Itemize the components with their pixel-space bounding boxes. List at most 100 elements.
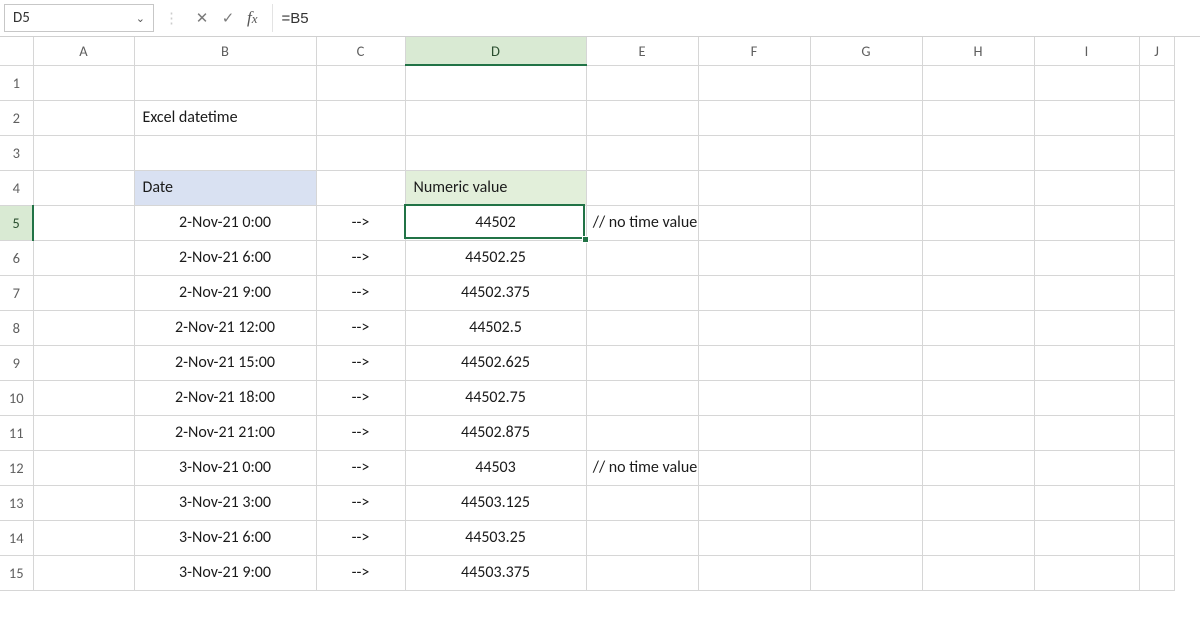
cell[interactable] — [586, 380, 698, 415]
cell[interactable] — [698, 380, 810, 415]
row-header-15[interactable]: 15 — [0, 555, 33, 590]
cell[interactable] — [698, 555, 810, 590]
cell-date[interactable]: 2-Nov-21 6:00 — [134, 240, 316, 275]
cell[interactable] — [1034, 205, 1139, 240]
cell[interactable] — [33, 485, 134, 520]
cell[interactable] — [405, 100, 586, 135]
arrow-cell[interactable]: --> — [316, 240, 405, 275]
cell[interactable] — [33, 345, 134, 380]
cell[interactable] — [810, 520, 922, 555]
cell[interactable] — [586, 240, 698, 275]
cell[interactable] — [316, 65, 405, 100]
col-header-F[interactable]: F — [698, 37, 810, 65]
arrow-cell[interactable]: --> — [316, 450, 405, 485]
cell[interactable] — [586, 310, 698, 345]
cell[interactable] — [922, 240, 1034, 275]
cell[interactable] — [1139, 485, 1174, 520]
row-header-9[interactable]: 9 — [0, 345, 33, 380]
cell[interactable] — [586, 485, 698, 520]
cell[interactable] — [922, 205, 1034, 240]
cell[interactable] — [1034, 135, 1139, 170]
cell[interactable] — [1034, 65, 1139, 100]
arrow-cell[interactable]: --> — [316, 310, 405, 345]
col-header-E[interactable]: E — [586, 37, 698, 65]
cell-date[interactable]: 3-Nov-21 3:00 — [134, 485, 316, 520]
cell-value[interactable]: 44502 — [405, 205, 586, 240]
cell[interactable] — [922, 65, 1034, 100]
row-header-12[interactable]: 12 — [0, 450, 33, 485]
cell[interactable] — [1034, 275, 1139, 310]
cell[interactable] — [922, 275, 1034, 310]
cell[interactable] — [1139, 65, 1174, 100]
row-header-7[interactable]: 7 — [0, 275, 33, 310]
cell[interactable] — [33, 240, 134, 275]
cell[interactable] — [33, 135, 134, 170]
col-header-A[interactable]: A — [33, 37, 134, 65]
cell[interactable] — [698, 275, 810, 310]
cell[interactable] — [316, 135, 405, 170]
cell[interactable] — [33, 205, 134, 240]
arrow-cell[interactable]: --> — [316, 345, 405, 380]
cell[interactable] — [586, 170, 698, 205]
formula-input[interactable] — [272, 4, 1192, 32]
cell[interactable] — [33, 555, 134, 590]
cell-value[interactable]: 44503.125 — [405, 485, 586, 520]
row-header-14[interactable]: 14 — [0, 520, 33, 555]
arrow-cell[interactable]: --> — [316, 520, 405, 555]
col-header-B[interactable]: B — [134, 37, 316, 65]
cell[interactable] — [810, 100, 922, 135]
worksheet[interactable]: A B C D E F G H I J 1 2 Excel datetime 3… — [0, 37, 1200, 591]
fx-icon[interactable]: fx — [241, 8, 264, 28]
cell[interactable] — [810, 170, 922, 205]
sheet-title[interactable]: Excel datetime — [134, 100, 316, 135]
cell[interactable] — [1139, 170, 1174, 205]
row-header-4[interactable]: 4 — [0, 170, 33, 205]
cell[interactable] — [1034, 485, 1139, 520]
cell-date[interactable]: 3-Nov-21 6:00 — [134, 520, 316, 555]
cell-date[interactable]: 2-Nov-21 15:00 — [134, 345, 316, 380]
cell[interactable] — [1034, 380, 1139, 415]
cell[interactable] — [1139, 345, 1174, 380]
cell[interactable] — [1139, 135, 1174, 170]
cancel-icon[interactable]: ✕ — [189, 5, 215, 31]
cell[interactable] — [922, 415, 1034, 450]
cell[interactable] — [1139, 415, 1174, 450]
cell[interactable] — [1034, 415, 1139, 450]
fill-handle[interactable] — [582, 236, 589, 243]
cell[interactable] — [698, 520, 810, 555]
cell[interactable] — [586, 275, 698, 310]
cell[interactable] — [405, 65, 586, 100]
cell-value[interactable]: 44503 — [405, 450, 586, 485]
cell-value[interactable]: 44503.375 — [405, 555, 586, 590]
name-box[interactable]: D5 ⌄ — [4, 4, 154, 32]
cell[interactable] — [922, 310, 1034, 345]
cell[interactable] — [922, 135, 1034, 170]
chevron-down-icon[interactable]: ⌄ — [130, 12, 145, 25]
cell[interactable] — [1139, 520, 1174, 555]
cell[interactable] — [698, 450, 810, 485]
cell[interactable] — [1139, 310, 1174, 345]
cell[interactable] — [1139, 100, 1174, 135]
cell[interactable] — [698, 240, 810, 275]
cell-value[interactable]: 44502.25 — [405, 240, 586, 275]
cell[interactable] — [33, 65, 134, 100]
cell[interactable] — [698, 310, 810, 345]
cell[interactable] — [922, 380, 1034, 415]
comment-cell[interactable]: // no time value — [586, 450, 698, 485]
arrow-cell[interactable]: --> — [316, 275, 405, 310]
cell[interactable] — [1034, 555, 1139, 590]
row-header-6[interactable]: 6 — [0, 240, 33, 275]
cell[interactable] — [698, 345, 810, 380]
cell[interactable] — [586, 555, 698, 590]
cell-value[interactable]: 44502.625 — [405, 345, 586, 380]
cell[interactable] — [810, 555, 922, 590]
row-header-10[interactable]: 10 — [0, 380, 33, 415]
cell[interactable] — [810, 345, 922, 380]
cell[interactable] — [698, 100, 810, 135]
col-header-H[interactable]: H — [922, 37, 1034, 65]
cell[interactable] — [698, 170, 810, 205]
cell[interactable] — [405, 135, 586, 170]
cell[interactable] — [33, 450, 134, 485]
arrow-cell[interactable]: --> — [316, 205, 405, 240]
enter-icon[interactable]: ✓ — [215, 5, 241, 31]
